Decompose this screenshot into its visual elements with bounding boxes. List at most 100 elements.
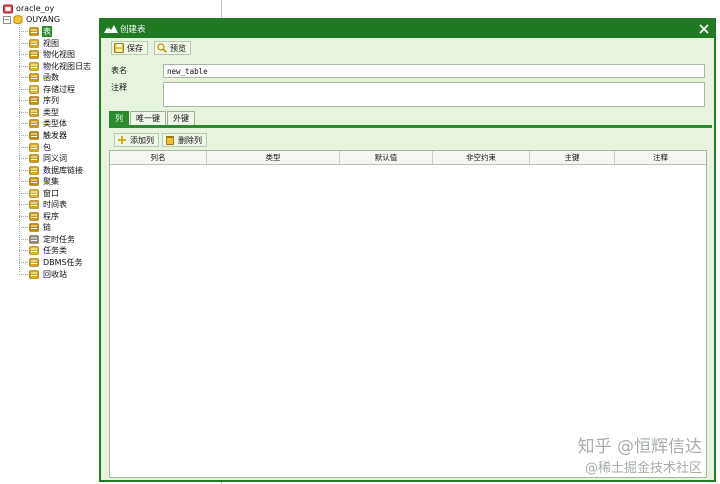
tree-connector bbox=[19, 262, 28, 263]
tree-item[interactable]: 时间表 bbox=[19, 199, 68, 210]
column-header-not-null[interactable]: 非空约束 bbox=[433, 151, 530, 164]
tree-schema-node[interactable]: − OUYANG bbox=[3, 14, 60, 25]
tree-item-label: 任务类 bbox=[43, 246, 67, 256]
column-header-primary-key[interactable]: 主键 bbox=[530, 151, 615, 164]
tree-item-label: 时间表 bbox=[43, 200, 67, 210]
preview-button[interactable]: 预览 bbox=[154, 41, 191, 55]
tree-item[interactable]: 物化视图 bbox=[19, 49, 76, 60]
tab-unique-keys[interactable]: 唯一键 bbox=[130, 111, 166, 125]
tree-item[interactable]: 触发器 bbox=[19, 130, 68, 141]
tree-item-label: 程序 bbox=[43, 211, 59, 221]
trigger-icon bbox=[28, 130, 39, 140]
tree-item-label: 序列 bbox=[43, 96, 59, 106]
type-body-icon bbox=[28, 119, 39, 129]
columns-grid[interactable]: 列名 类型 默认值 非空约束 主键 注释 bbox=[109, 150, 707, 478]
synonym-icon bbox=[28, 154, 39, 164]
collapse-toggle[interactable]: − bbox=[3, 15, 11, 24]
tree-connection-node[interactable]: oracle_oy bbox=[3, 3, 54, 14]
column-toolbar: 添加列 删除列 bbox=[114, 133, 207, 147]
tree-item-label: 函数 bbox=[43, 73, 59, 83]
delete-column-button[interactable]: 删除列 bbox=[162, 133, 207, 147]
tree-connector bbox=[19, 250, 28, 252]
chain-icon bbox=[28, 223, 39, 233]
tree-connector bbox=[19, 123, 28, 125]
comment-input[interactable] bbox=[163, 82, 705, 107]
tree-item[interactable]: 类型 bbox=[19, 107, 60, 118]
tree-item-label: 存储过程 bbox=[43, 84, 75, 94]
tree-connector bbox=[19, 65, 28, 67]
table-name-label: 表名 bbox=[111, 66, 127, 75]
dbms-job-icon bbox=[28, 258, 39, 268]
tree-connector bbox=[19, 181, 28, 183]
delete-column-label: 删除列 bbox=[178, 135, 202, 145]
tree-connector bbox=[19, 204, 28, 206]
dialog-toolbar: 保存 预览 bbox=[101, 38, 714, 58]
database-link-icon bbox=[28, 165, 39, 175]
tree-connector bbox=[19, 31, 28, 32]
dialog-titlebar[interactable]: 创建表 bbox=[101, 20, 714, 38]
tree-connection-label: oracle_oy bbox=[16, 4, 55, 13]
tab-underline bbox=[109, 125, 712, 128]
tree-item[interactable]: 聚集 bbox=[19, 176, 60, 187]
tree-item[interactable]: 序列 bbox=[19, 95, 60, 106]
save-button[interactable]: 保存 bbox=[111, 41, 148, 55]
tree-connector bbox=[19, 215, 28, 217]
tree-item-label: 聚集 bbox=[43, 177, 59, 187]
close-button[interactable] bbox=[696, 21, 712, 37]
tree-item-label: DBMS任务 bbox=[43, 258, 83, 267]
watermark-zhihu: 知乎 @恒辉信达 bbox=[577, 437, 702, 457]
tree-item[interactable]: 窗口 bbox=[19, 188, 60, 199]
tree-connector bbox=[19, 111, 28, 113]
app-icon bbox=[104, 25, 118, 33]
tree-item[interactable]: 存储过程 bbox=[19, 84, 76, 95]
tree-connector bbox=[19, 273, 28, 275]
function-icon bbox=[28, 73, 39, 83]
plus-icon bbox=[118, 136, 126, 144]
tree-connector bbox=[19, 227, 28, 229]
tree-item[interactable]: 程序 bbox=[19, 211, 60, 222]
magnifier-icon bbox=[157, 43, 167, 53]
tree-item[interactable]: 定时任务 bbox=[19, 234, 76, 245]
package-icon bbox=[28, 142, 39, 152]
dialog-title: 创建表 bbox=[120, 25, 146, 35]
add-column-button[interactable]: 添加列 bbox=[114, 133, 159, 147]
program-icon bbox=[28, 211, 39, 221]
watermark: 知乎 @恒辉信达 @稀土掘金技术社区 bbox=[578, 432, 702, 476]
schema-icon bbox=[13, 14, 23, 24]
tree-item[interactable]: 物化视图日志 bbox=[19, 61, 92, 72]
tree-schema-label: OUYANG bbox=[26, 15, 61, 24]
tree-item[interactable]: DBMS任务 bbox=[19, 257, 84, 268]
table-name-input[interactable]: new_table bbox=[163, 64, 705, 78]
tab-columns[interactable]: 列 bbox=[109, 111, 129, 125]
tree-item-label: 窗口 bbox=[43, 188, 59, 198]
tree-item-label: 定时任务 bbox=[43, 234, 75, 244]
materialized-view-icon bbox=[28, 50, 39, 60]
tree-item[interactable]: 同义词 bbox=[19, 153, 68, 164]
tree-item-label: 类型体 bbox=[43, 119, 67, 129]
tree-item[interactable]: 回收站 bbox=[19, 269, 68, 280]
tree-connector bbox=[19, 169, 28, 171]
table-name-row: 表名 new_table bbox=[111, 64, 705, 78]
tree-item[interactable]: 数据库链接 bbox=[19, 165, 84, 176]
tab-foreign-keys[interactable]: 外键 bbox=[167, 111, 195, 125]
add-column-label: 添加列 bbox=[130, 135, 154, 145]
column-header-default[interactable]: 默认值 bbox=[340, 151, 433, 164]
column-header-comment[interactable]: 注释 bbox=[615, 151, 706, 164]
tree-item-label: 包 bbox=[43, 142, 51, 152]
table-icon bbox=[28, 27, 39, 37]
tree-item[interactable]: 视图 bbox=[19, 38, 60, 49]
tree-item[interactable]: 链 bbox=[19, 222, 52, 233]
materialized-view-log-icon bbox=[28, 61, 39, 71]
tree-item-label: 视图 bbox=[43, 38, 59, 48]
tree-item[interactable]: 函数 bbox=[19, 72, 60, 83]
tree-item[interactable]: 任务类 bbox=[19, 245, 68, 256]
tree-item-label: 数据库链接 bbox=[43, 165, 83, 175]
trash-icon bbox=[166, 136, 174, 145]
tree-item[interactable]: 包 bbox=[19, 142, 52, 153]
column-header-name[interactable]: 列名 bbox=[110, 151, 207, 164]
tree-item[interactable]: 类型体 bbox=[19, 118, 68, 129]
column-header-type[interactable]: 类型 bbox=[207, 151, 340, 164]
tree-item[interactable]: 表 bbox=[19, 26, 52, 37]
watermark-juejin: @稀土掘金技术社区 bbox=[584, 461, 702, 476]
tree-connector bbox=[19, 146, 28, 148]
